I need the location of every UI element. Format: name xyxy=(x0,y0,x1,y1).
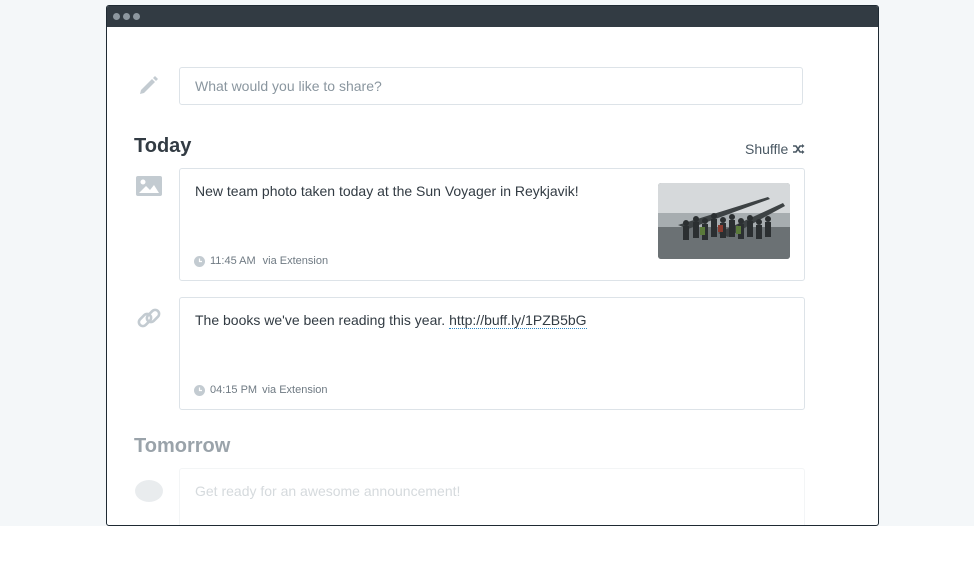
clock-icon xyxy=(194,255,205,267)
clock-icon xyxy=(194,384,205,396)
app-window: Today Shuffle New team photo taken today… xyxy=(106,5,879,526)
post-source: via Extension xyxy=(262,255,329,267)
window-dot-minimize[interactable] xyxy=(123,13,130,20)
share-input[interactable] xyxy=(179,67,803,105)
shuffle-button[interactable]: Shuffle xyxy=(745,141,805,157)
window-dot-close[interactable] xyxy=(113,13,120,20)
post-card[interactable]: The books we've been reading this year. … xyxy=(179,297,805,410)
window-dot-maximize[interactable] xyxy=(133,13,140,20)
post-text: Get ready for an awesome announcement! xyxy=(195,483,461,499)
post-source: via Extension xyxy=(262,384,328,396)
post-meta: 04:15 PM via Extension xyxy=(194,384,328,396)
section-title-today: Today xyxy=(134,135,192,157)
post-time: 11:45 AM xyxy=(210,255,256,267)
post-card[interactable]: New team photo taken today at the Sun Vo… xyxy=(179,168,805,281)
post-time: 04:15 PM xyxy=(210,384,258,396)
post-meta: 11:45 AM via Extension xyxy=(194,255,328,267)
shuffle-label: Shuffle xyxy=(745,141,789,157)
window-titlebar xyxy=(107,6,878,27)
section-title-tomorrow: Tomorrow xyxy=(134,435,231,457)
post-text: New team photo taken today at the Sun Vo… xyxy=(195,183,579,199)
post-photo-thumbnail[interactable] xyxy=(658,183,790,259)
shuffle-icon xyxy=(793,144,805,154)
image-icon xyxy=(135,172,163,200)
post-card[interactable]: Get ready for an awesome announcement! xyxy=(179,468,805,525)
post-text: The books we've been reading this year. xyxy=(195,312,446,328)
post-text-row: The books we've been reading this year. … xyxy=(195,312,587,329)
pencil-icon xyxy=(135,71,163,99)
link-icon xyxy=(135,304,163,332)
post-link[interactable]: http://buff.ly/1PZB5bG xyxy=(449,312,587,329)
avatar-placeholder-icon xyxy=(135,477,163,505)
queue-content: Today Shuffle New team photo taken today… xyxy=(107,27,878,525)
